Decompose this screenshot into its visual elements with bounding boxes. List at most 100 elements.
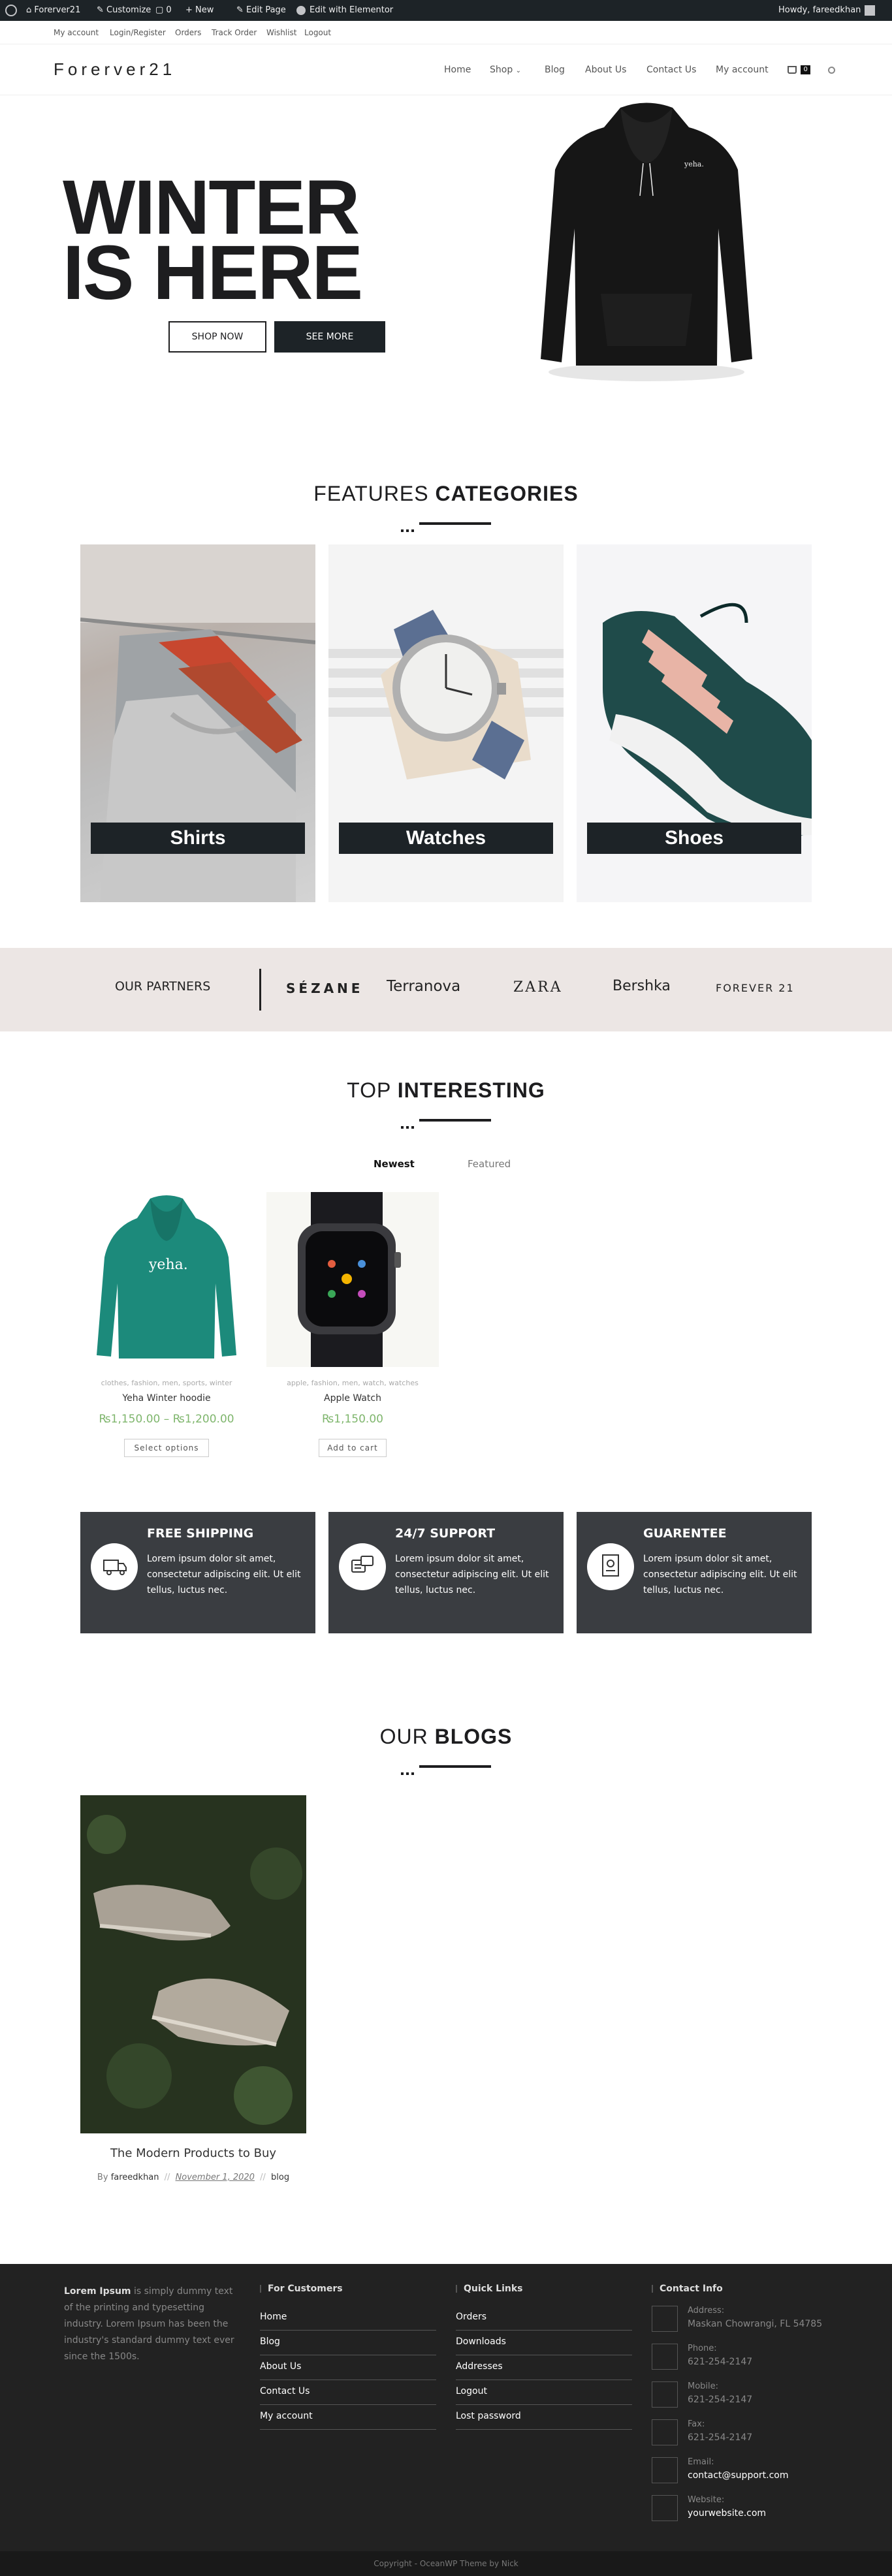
search-icon [828,66,835,74]
phone-icon [652,2344,678,2370]
nav-shop-label: Shop [490,65,513,75]
product-name[interactable]: Apple Watch [268,1393,438,1404]
admin-account[interactable]: Howdy, fareedkhan [778,0,876,21]
hero-title-line2: IS HERE [63,230,363,316]
see-more-button[interactable]: SEE MORE [274,321,385,353]
cart-count: 0 [801,65,810,74]
category-shirts[interactable]: Shirts [80,544,315,902]
footer-link-logout[interactable]: Logout [456,2380,632,2405]
footer-link-my-account[interactable]: My account [260,2405,436,2430]
footer-customers-list: Home Blog About Us Contact Us My account [260,2306,436,2430]
post-category[interactable]: blog [271,2173,289,2182]
category-watches[interactable]: Watches [328,544,564,902]
hoodie-print-label: yeha. [148,1257,188,1273]
shop-now-button[interactable]: SHOP NOW [168,321,266,353]
categories-title-light: FEATURES [313,482,436,505]
certificate-icon [587,1543,634,1590]
meta-separator: // [164,2173,170,2182]
title-underline [419,1765,491,1768]
admin-edit-elementor[interactable]: Edit with Elementor [296,0,393,21]
topbar-orders[interactable]: Orders [175,21,201,44]
nav-shop[interactable]: Shop ⌄ [490,44,521,97]
nav-about-us[interactable]: About Us [585,44,626,95]
title-underline [419,1119,491,1122]
categories-title: FEATURES CATEGORIES [0,482,892,506]
add-to-cart-button[interactable]: Add to cart [319,1439,387,1457]
contact-email-link[interactable]: contact@support.com [688,2470,789,2481]
nav-home[interactable]: Home [444,44,471,95]
footer-about: Lorem Ipsum is simply dummy text of the … [64,2284,240,2365]
tab-featured[interactable]: Featured [468,1158,511,1170]
by-label: By [97,2173,108,2182]
footer-customers-title: For Customers [260,2284,343,2294]
title-underline [419,522,491,525]
post-author[interactable]: fareedkhan [111,2173,159,2182]
topbar-login-register[interactable]: Login/Register [110,21,166,44]
admin-edit-page[interactable]: ✎ Edit Page [236,0,286,21]
category-label-watches: Watches [339,823,553,854]
product-image-hoodie[interactable]: yeha. [91,1192,242,1367]
admin-edit-page-label: Edit Page [246,5,286,15]
hoodie-print-label: yeha. [684,160,704,168]
nav-blog[interactable]: Blog [545,44,565,95]
topbar-my-account[interactable]: My account [54,21,99,44]
product-image-watch[interactable] [266,1192,439,1367]
admin-customize-label: Customize [106,5,151,15]
footer-link-downloads[interactable]: Downloads [456,2331,632,2355]
footer-link-addresses[interactable]: Addresses [456,2355,632,2380]
comments-count: 0 [166,5,172,15]
product-price: ₨1,150.00 – ₨1,200.00 [99,1413,234,1426]
footer-link-lost-password[interactable]: Lost password [456,2405,632,2430]
footer-link-orders[interactable]: Orders [456,2306,632,2331]
email-icon [652,2457,678,2483]
product-price: ₨1,150.00 [322,1413,383,1426]
cart-button[interactable]: 0 [788,44,810,95]
contact-address: Maskan Chowrangi, FL 54785 [688,2319,823,2329]
post-date[interactable]: November 1, 2020 [176,2173,255,2182]
title-dots [401,522,419,532]
admin-comments[interactable]: ▢ 0 [155,0,172,21]
howdy-text: Howdy, fareedkhan [778,5,861,15]
wordpress-logo-icon[interactable] [5,0,21,21]
contact-label: Fax: [688,2419,705,2429]
footer-about-text: is simply dummy text of the printing and… [64,2286,234,2362]
product-name[interactable]: Yeha Winter hoodie [85,1393,248,1404]
footer-quick-list: Orders Downloads Addresses Logout Lost p… [456,2306,632,2430]
contact-phone: 621-254-2147 [688,2357,753,2367]
feature-title: GUARENTEE [643,1526,727,1541]
admin-site-name[interactable]: ⌂ Forerver21 [26,0,80,21]
nav-my-account[interactable]: My account [716,44,769,95]
contact-label: Address: [688,2306,725,2316]
footer-about-bold: Lorem Ipsum [64,2286,131,2297]
footer-link-home[interactable]: Home [260,2306,436,2331]
blog-post-title[interactable]: The Modern Products to Buy [80,2146,306,2160]
contact-website-link[interactable]: yourwebsite.com [688,2508,766,2519]
blog-post-meta: By fareedkhan // November 1, 2020 // blo… [80,2173,306,2182]
category-label-shirts: Shirts [91,823,305,854]
feature-guarantee: GUARENTEE Lorem ipsum dolor sit amet, co… [577,1512,812,1633]
topbar-wishlist[interactable]: Wishlist [266,21,296,44]
mobile-icon [652,2381,678,2408]
brand-zara-logo: ZARA [513,979,563,996]
footer-link-blog[interactable]: Blog [260,2331,436,2355]
tab-newest[interactable]: Newest [374,1158,415,1170]
feature-support: 24/7 SUPPORT Lorem ipsum dolor sit amet,… [328,1512,564,1633]
feature-text: Lorem ipsum dolor sit amet, consectetur … [643,1554,797,1595]
topbar-track-order[interactable]: Track Order [212,21,257,44]
nav-contact-us[interactable]: Contact Us [646,44,696,95]
footer-link-contact-us[interactable]: Contact Us [260,2380,436,2405]
category-shoes[interactable]: Shoes [577,544,812,902]
blog-post-image[interactable] [80,1795,306,2133]
hero-title: WINTER IS HERE [63,169,389,316]
select-options-button[interactable]: Select options [124,1439,209,1457]
site-logo[interactable]: Forerver21 [54,57,176,81]
blogs-title: OUR BLOGS [0,1725,892,1749]
footer-link-about-us[interactable]: About Us [260,2355,436,2380]
interesting-title-bold: INTERESTING [397,1078,545,1102]
feature-text: Lorem ipsum dolor sit amet, consectetur … [395,1554,549,1595]
admin-new[interactable]: + New [185,0,214,21]
topbar-logout[interactable]: Logout [304,21,331,44]
admin-customize[interactable]: ✎ Customize [97,0,151,21]
search-button[interactable] [828,44,835,95]
meta-separator: // [260,2173,266,2182]
